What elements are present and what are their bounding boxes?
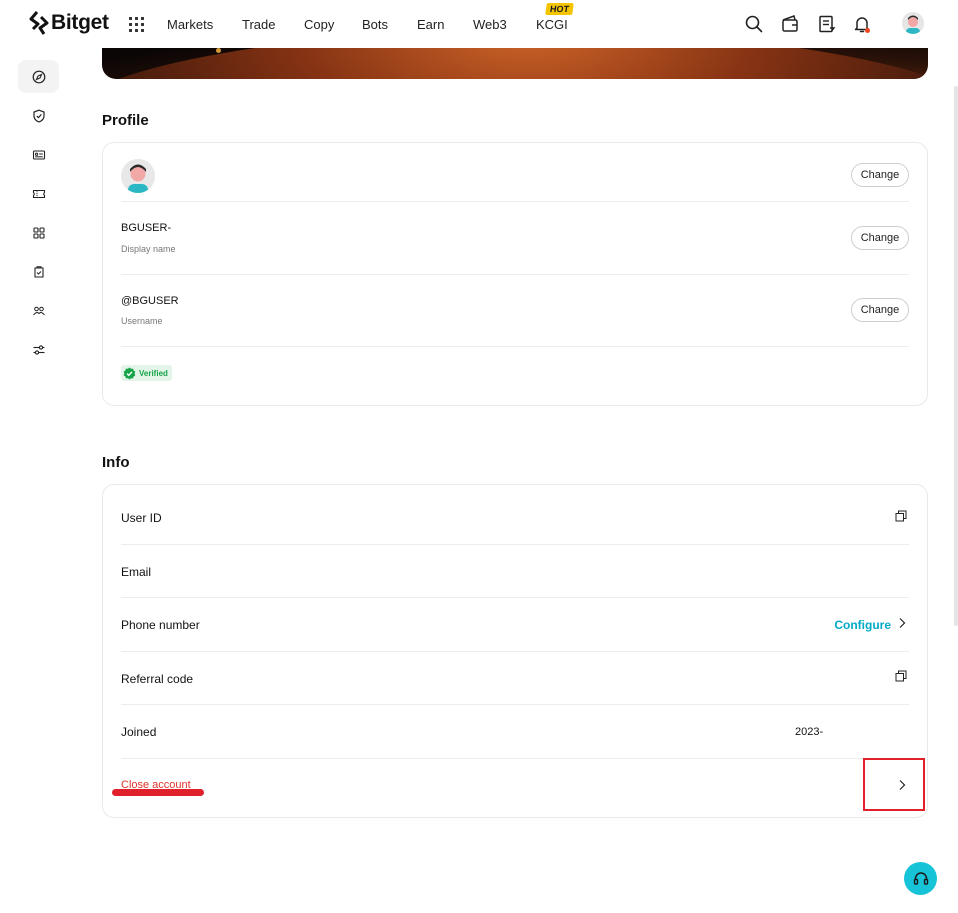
nav-web3[interactable]: Web3 xyxy=(473,17,507,32)
apps-grid-icon xyxy=(32,226,45,239)
info-section-title: Info xyxy=(102,454,130,471)
nav-earn[interactable]: Earn xyxy=(417,17,444,32)
joined-date-value: 2023- xyxy=(795,726,824,738)
username-label: Username xyxy=(121,316,163,326)
change-avatar-button[interactable]: Change xyxy=(851,163,909,187)
red-highlight-box-annotation xyxy=(863,758,925,811)
apps-menu-icon[interactable] xyxy=(129,17,144,32)
bitget-logo-icon xyxy=(29,11,49,35)
wallet-icon[interactable] xyxy=(780,14,800,34)
hot-badge: HOT xyxy=(545,3,574,15)
profile-avatar xyxy=(121,159,155,193)
change-display-name-button[interactable]: Change xyxy=(851,226,909,250)
copy-referral-code-icon[interactable] xyxy=(895,670,907,682)
copy-user-id-icon[interactable] xyxy=(895,510,907,522)
nav-kcgi[interactable]: KCGI xyxy=(536,17,568,32)
username-value: @BGUSER xyxy=(121,295,179,307)
avatar[interactable] xyxy=(902,12,924,34)
red-underline-annotation xyxy=(112,789,204,796)
search-icon[interactable] xyxy=(744,14,764,34)
id-card-icon xyxy=(32,149,45,160)
nav-bots[interactable]: Bots xyxy=(362,17,388,32)
configure-phone-link[interactable]: Configure xyxy=(834,618,891,632)
info-card: User ID Email Phone number Configure Ref… xyxy=(102,484,928,818)
clipboard-icon xyxy=(33,265,44,278)
ticket-icon xyxy=(32,189,45,198)
verified-check-icon xyxy=(123,367,136,379)
customer-support-button[interactable] xyxy=(904,862,937,895)
display-name-value: BGUSER- xyxy=(121,222,172,234)
verified-label: Verified xyxy=(139,368,168,378)
sidebar-item-tasks[interactable] xyxy=(18,255,59,288)
display-name-label: Display name xyxy=(121,244,176,254)
profile-card: Change BGUSER- Display name Change @BGUS… xyxy=(102,142,928,406)
orders-icon[interactable] xyxy=(817,14,837,34)
satellite-graphic xyxy=(216,48,221,53)
top-navigation-bar: Bitget Markets Trade Copy Bots Earn Web3… xyxy=(0,0,958,48)
user-id-label: User ID xyxy=(121,511,162,525)
phone-number-label: Phone number xyxy=(121,618,200,632)
sidebar-item-identity[interactable] xyxy=(18,138,59,171)
sidebar-item-apps[interactable] xyxy=(18,216,59,249)
people-icon xyxy=(32,306,45,315)
page-scrollbar[interactable] xyxy=(954,86,958,626)
bitget-logo[interactable]: Bitget xyxy=(29,10,109,36)
headset-icon xyxy=(913,871,928,885)
divider xyxy=(121,274,909,275)
sliders-icon xyxy=(33,344,44,355)
divider xyxy=(121,704,909,705)
divider xyxy=(121,758,909,759)
sidebar-item-overview[interactable] xyxy=(18,60,59,93)
sidebar-item-referral[interactable] xyxy=(18,294,59,327)
nav-markets[interactable]: Markets xyxy=(167,17,213,32)
sidebar-item-coupons[interactable] xyxy=(18,177,59,210)
email-label: Email xyxy=(121,565,152,579)
divider xyxy=(121,346,909,347)
nav-copy[interactable]: Copy xyxy=(304,17,334,32)
verified-badge: Verified xyxy=(121,365,172,381)
divider xyxy=(121,597,909,598)
avatar-image xyxy=(902,12,924,34)
brand-name: Bitget xyxy=(51,11,109,34)
shield-icon xyxy=(32,109,45,123)
nav-trade[interactable]: Trade xyxy=(242,17,275,32)
divider xyxy=(121,201,909,202)
profile-avatar-image xyxy=(121,159,155,193)
referral-code-label: Referral code xyxy=(121,672,194,686)
sidebar-item-settings[interactable] xyxy=(18,333,59,366)
divider xyxy=(121,544,909,545)
chevron-right-icon[interactable] xyxy=(897,617,907,629)
change-username-button[interactable]: Change xyxy=(851,298,909,322)
profile-section-title: Profile xyxy=(102,112,149,129)
joined-label: Joined xyxy=(121,725,157,739)
notification-dot xyxy=(865,28,870,33)
sidebar-item-security[interactable] xyxy=(18,99,59,132)
divider xyxy=(121,651,909,652)
compass-icon xyxy=(32,70,45,83)
